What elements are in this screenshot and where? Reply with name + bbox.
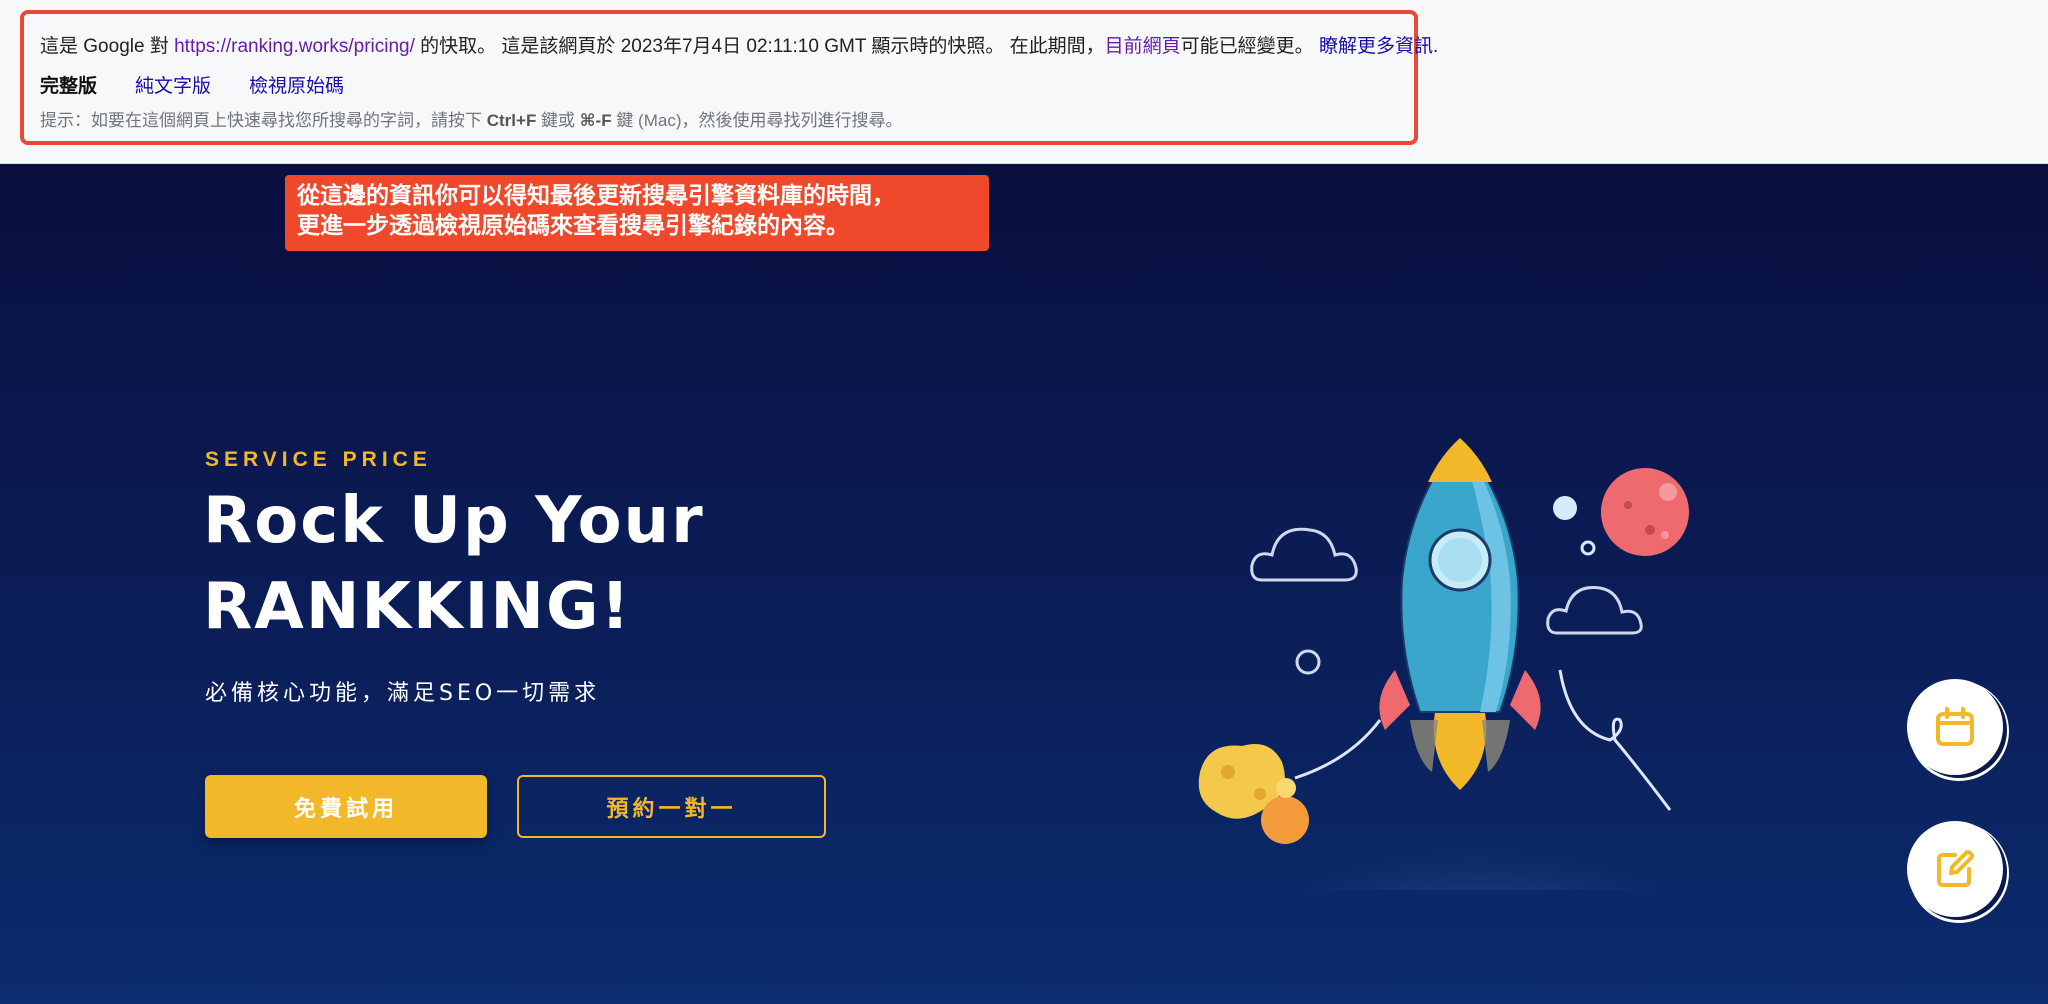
current-page-link[interactable]: 目前網頁 xyxy=(1105,36,1181,57)
edit-icon xyxy=(1937,850,1974,887)
headline-line-2: RANKKING! xyxy=(203,570,632,644)
tip-prefix: 提示：如要在這個網頁上快速尋找您所搜尋的字詞，請按下 xyxy=(40,111,487,130)
cache-prefix-text: 這是 Google 對 xyxy=(40,36,175,57)
rocket-nose xyxy=(1428,438,1492,482)
calendar-icon xyxy=(1936,707,1974,746)
text-only-version-link[interactable]: 純文字版 xyxy=(135,76,211,97)
planet-icon xyxy=(1601,468,1689,556)
annotation-callout: 從這邊的資訊你可以得知最後更新搜尋引擎資料庫的時間， 更進一步透過檢視原始碼來查… xyxy=(285,175,989,251)
search-tip: 提示：如要在這個網頁上快速尋找您所搜尋的字詞，請按下 Ctrl+F 鍵或 ⌘-F… xyxy=(40,106,903,131)
headline-line-1: Rock Up Your xyxy=(203,484,705,558)
version-links: 完整版 純文字版 檢視原始碼 xyxy=(40,71,344,98)
section-eyebrow: SERVICE PRICE xyxy=(205,448,432,471)
free-trial-button[interactable]: 免費試用 xyxy=(205,775,487,838)
ring-bubble xyxy=(1295,649,1321,675)
tip-key-cmd-f: ⌘-F xyxy=(579,111,612,130)
calendar-fab-button[interactable] xyxy=(1907,679,2003,775)
edit-fab-button[interactable] xyxy=(1907,821,2003,917)
cached-url-link[interactable]: https://ranking.works/pricing/ xyxy=(174,36,415,57)
tip-mid: 鍵或 xyxy=(536,111,580,130)
cloud-right-icon xyxy=(1546,585,1643,635)
learn-more-link[interactable]: 瞭解更多資訊 xyxy=(1319,36,1433,57)
cache-info-line: 這是 Google 對 https://ranking.works/pricin… xyxy=(40,31,1438,58)
rocket-illustration xyxy=(1198,438,1710,890)
callout-line-1: 從這邊的資訊你可以得知最後更新搜尋引擎資料庫的時間， xyxy=(297,183,895,209)
hero-headline: Rock Up Your RANKKING! xyxy=(203,478,705,650)
period-text: . xyxy=(1432,36,1439,57)
tip-key-ctrl-f: Ctrl+F xyxy=(486,111,537,130)
rocket-fin-left xyxy=(1379,670,1410,730)
full-version-label: 完整版 xyxy=(40,76,98,97)
book-consultation-button[interactable]: 預約一對一 xyxy=(517,775,826,838)
cache-snapshot-text: 的快取。 這是該網頁於 2023年7月4日 02:11:10 GMT 顯示時的快… xyxy=(414,36,1105,57)
small-asteroid xyxy=(1261,796,1309,844)
cache-changed-text: 可能已經變更。 xyxy=(1180,36,1319,57)
small-bubble xyxy=(1553,496,1577,520)
hero-subhead: 必備核心功能，滿足SEO一切需求 xyxy=(205,681,601,706)
callout-line-2: 更進一步透過檢視原始碼來查看搜尋引擎紀錄的內容。 xyxy=(297,213,849,239)
view-source-link[interactable]: 檢視原始碼 xyxy=(249,76,344,97)
google-cache-banner: 這是 Google 對 https://ranking.works/pricin… xyxy=(0,0,2048,164)
tip-suffix: 鍵 (Mac)，然後使用尋找列進行搜尋。 xyxy=(611,111,903,130)
rocket-fin-right xyxy=(1510,670,1541,730)
tiny-bubble xyxy=(1580,540,1596,556)
cloud-left-icon xyxy=(1250,527,1358,582)
